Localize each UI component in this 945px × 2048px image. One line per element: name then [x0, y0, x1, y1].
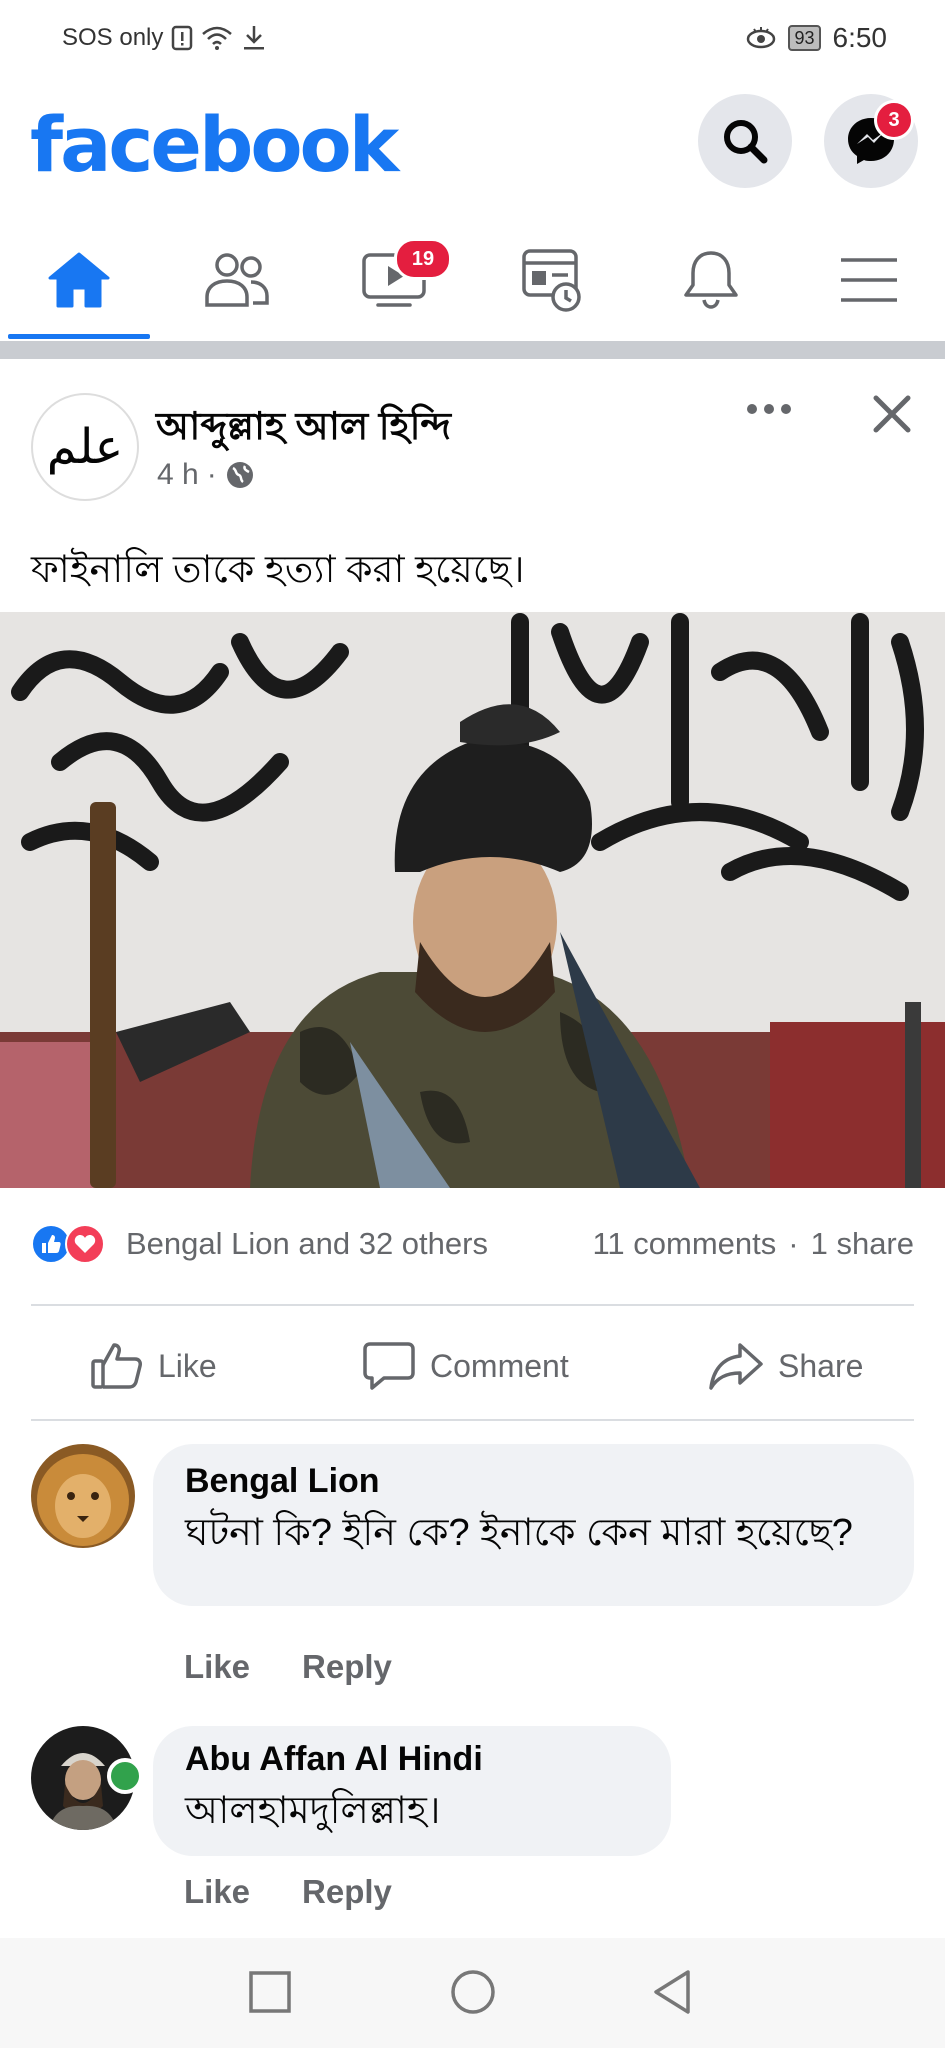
- marketplace-icon: [522, 249, 581, 312]
- active-tab-indicator: [8, 334, 150, 339]
- comment-button[interactable]: Comment: [362, 1336, 569, 1396]
- top-nav: [0, 220, 945, 340]
- tab-friends[interactable]: [158, 220, 316, 340]
- hamburger-menu-icon: [841, 258, 897, 302]
- globe-icon: [226, 462, 253, 488]
- download-icon: [244, 26, 265, 50]
- tab-menu[interactable]: [790, 220, 945, 340]
- facebook-logo[interactable]: facebook: [30, 100, 399, 189]
- reactions-divider: [31, 1304, 914, 1306]
- network-status-text: SOS only: [62, 24, 164, 51]
- love-reaction-icon: [65, 1224, 105, 1264]
- commenter-avatar[interactable]: [31, 1444, 135, 1548]
- meta-dot: ·: [206, 458, 217, 491]
- battery-level: 93: [788, 25, 821, 51]
- sim-alert-icon: [172, 25, 193, 51]
- home-nav-icon[interactable]: [449, 1968, 497, 2016]
- share-label: Share: [778, 1347, 864, 1384]
- status-bar: SOS only 93 6:50: [0, 0, 945, 80]
- comments-count[interactable]: 11 comments: [592, 1226, 776, 1262]
- tab-home[interactable]: [0, 220, 158, 340]
- comment-actions: Like Reply: [184, 1873, 392, 1911]
- more-dots-icon: [747, 404, 791, 414]
- shares-count[interactable]: 1 share: [811, 1226, 914, 1262]
- home-icon: [48, 252, 110, 308]
- counts-dot: ·: [788, 1226, 799, 1261]
- messenger-badge: 3: [874, 100, 914, 140]
- share-icon: [709, 1343, 763, 1390]
- reactions-text: Bengal Lion and 32 others: [126, 1226, 488, 1261]
- reactions-summary[interactable]: Bengal Lion and 32 others 11 comments · …: [31, 1218, 914, 1278]
- thumbs-up-icon: [91, 1343, 142, 1389]
- commenter-name[interactable]: Bengal Lion: [185, 1462, 882, 1501]
- bell-icon: [684, 251, 738, 309]
- comment-text: ঘটনা কি? ইনি কে? ইনাকে কেন মারা হয়েছে?: [185, 1512, 853, 1554]
- tab-notifications[interactable]: [632, 220, 790, 340]
- post-photo[interactable]: [0, 612, 945, 1188]
- post-meta: 4 h ·: [157, 458, 255, 492]
- eye-comfort-icon: [747, 27, 776, 49]
- comment-reply-button[interactable]: Reply: [302, 1873, 392, 1911]
- status-right: 93 6:50: [746, 22, 887, 54]
- post-author[interactable]: আব্দুল্লাহ আল হিন্দি: [156, 397, 451, 461]
- comment-reply-button[interactable]: Reply: [302, 1648, 392, 1686]
- search-button[interactable]: [698, 94, 792, 188]
- system-navigation-bar: [0, 1938, 945, 2048]
- hide-post-button[interactable]: [870, 392, 914, 441]
- post-time[interactable]: 4 h: [157, 458, 199, 492]
- engagement-counts: 11 comments · 1 share: [592, 1226, 914, 1262]
- comment-icon: [363, 1342, 415, 1390]
- more-options-button[interactable]: [744, 398, 794, 425]
- page-avatar[interactable]: علم: [31, 393, 139, 501]
- share-button[interactable]: Share: [708, 1336, 863, 1396]
- feed-separator: [0, 341, 945, 359]
- post-photo-illustration: [0, 612, 945, 1188]
- status-left: SOS only: [62, 24, 267, 52]
- recent-apps-icon[interactable]: [248, 1970, 292, 2014]
- post-text: ফাইনালি তাকে হত্যা করা হয়েছে।: [31, 549, 525, 591]
- comment-like-button[interactable]: Like: [184, 1648, 250, 1686]
- comment-actions: Like Reply: [184, 1648, 392, 1686]
- comment-like-button[interactable]: Like: [184, 1873, 250, 1911]
- like-button[interactable]: Like: [90, 1336, 217, 1396]
- comment-bubble[interactable]: Abu Affan Al Hindi আলহামদুলিল্লাহ।: [153, 1726, 671, 1856]
- comment-text: আলহামদুলিল্লাহ।: [185, 1790, 441, 1832]
- tab-marketplace[interactable]: [474, 220, 632, 340]
- actions-divider: [31, 1419, 914, 1421]
- like-label: Like: [158, 1347, 217, 1384]
- watch-badge: 19: [394, 238, 452, 280]
- reaction-icons: [31, 1224, 105, 1264]
- online-status-dot: [107, 1758, 143, 1794]
- commenter-name[interactable]: Abu Affan Al Hindi: [185, 1740, 639, 1779]
- clock: 6:50: [832, 22, 888, 53]
- lion-avatar-image: [31, 1444, 135, 1548]
- comment-label: Comment: [430, 1347, 569, 1384]
- close-icon: [873, 395, 911, 433]
- page-avatar-calligraphy: علم: [46, 419, 124, 475]
- friends-icon: [205, 253, 269, 307]
- tab-watch[interactable]: [316, 220, 474, 340]
- back-nav-icon[interactable]: [650, 1968, 694, 2016]
- wifi-icon: [202, 26, 233, 50]
- comment-bubble[interactable]: Bengal Lion ঘটনা কি? ইনি কে? ইনাকে কেন ম…: [153, 1444, 914, 1606]
- search-icon: [724, 120, 768, 164]
